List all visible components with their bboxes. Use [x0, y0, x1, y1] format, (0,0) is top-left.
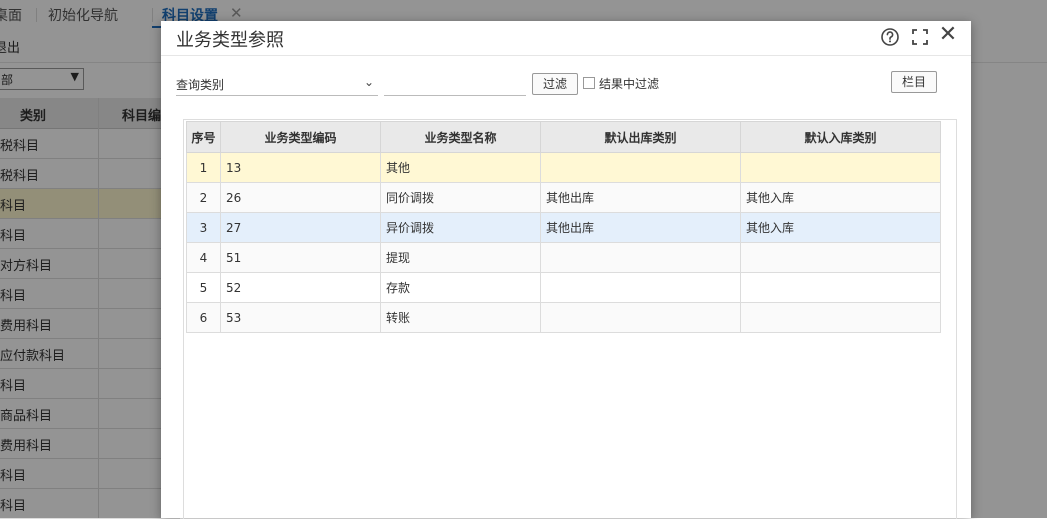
cell-default-outbound: [540, 302, 741, 333]
cell-seq: 2: [186, 182, 221, 213]
header-type-code[interactable]: 业务类型编码: [220, 121, 381, 153]
dialog-title: 业务类型参照: [176, 30, 284, 51]
business-type-grid: 序号 业务类型编码 业务类型名称 默认出库类别 默认入库类别 1 13 其他 2: [183, 119, 957, 519]
filter-button[interactable]: 过滤: [532, 73, 578, 95]
cell-type-code: 51: [220, 242, 381, 273]
table-row[interactable]: 6 53 转账: [186, 302, 941, 333]
table-row[interactable]: 1 13 其他: [186, 152, 941, 183]
cell-default-outbound: [540, 152, 741, 183]
cell-default-inbound: [740, 152, 941, 183]
dialog-header: 业务类型参照 ✕: [161, 21, 971, 56]
table-row[interactable]: 2 26 同价调拨 其他出库 其他入库: [186, 182, 941, 213]
cell-seq: 1: [186, 152, 221, 183]
cell-default-inbound: [740, 302, 941, 333]
table-row[interactable]: 4 51 提现: [186, 242, 941, 273]
query-category-value: 查询类别: [176, 78, 225, 92]
cell-type-name: 其他: [380, 152, 541, 183]
cell-default-inbound: 其他入库: [740, 212, 941, 243]
table-header-row: 序号 业务类型编码 业务类型名称 默认出库类别 默认入库类别: [186, 121, 941, 153]
close-icon[interactable]: ✕: [938, 24, 958, 46]
cell-default-outbound: 其他出库: [540, 182, 741, 213]
cell-default-inbound: [740, 272, 941, 303]
cell-type-name: 存款: [380, 272, 541, 303]
cell-seq: 5: [186, 272, 221, 303]
cell-type-name: 异价调拨: [380, 212, 541, 243]
cell-seq: 6: [186, 302, 221, 333]
cell-type-code: 13: [220, 152, 381, 183]
cell-type-name: 提现: [380, 242, 541, 273]
query-category-select[interactable]: 查询类别 ⌄: [176, 73, 378, 96]
cell-type-code: 53: [220, 302, 381, 333]
table-row[interactable]: 5 52 存款: [186, 272, 941, 303]
header-default-outbound[interactable]: 默认出库类别: [540, 121, 741, 153]
header-seq[interactable]: 序号: [186, 121, 221, 153]
filter-in-results-checkbox[interactable]: [583, 77, 595, 89]
cell-type-code: 52: [220, 272, 381, 303]
help-icon[interactable]: [880, 27, 900, 47]
header-default-inbound[interactable]: 默认入库类别: [740, 121, 941, 153]
cell-default-inbound: 其他入库: [740, 182, 941, 213]
business-type-reference-dialog: 业务类型参照 ✕ 查询类别 ⌄ 过滤 结果中过滤 栏目 序号 业务类型编码 业务…: [161, 21, 971, 519]
cell-type-code: 26: [220, 182, 381, 213]
columns-button[interactable]: 栏目: [891, 71, 937, 93]
cell-type-name: 转账: [380, 302, 541, 333]
business-type-table: 序号 业务类型编码 业务类型名称 默认出库类别 默认入库类别 1 13 其他 2: [186, 121, 941, 333]
cell-default-inbound: [740, 242, 941, 273]
cell-default-outbound: [540, 242, 741, 273]
chevron-down-icon: ⌄: [363, 75, 374, 89]
cell-type-name: 同价调拨: [380, 182, 541, 213]
cell-default-outbound: 其他出库: [540, 212, 741, 243]
fullscreen-icon[interactable]: [910, 27, 930, 47]
cell-default-outbound: [540, 272, 741, 303]
cell-seq: 4: [186, 242, 221, 273]
table-row[interactable]: 3 27 异价调拨 其他出库 其他入库: [186, 212, 941, 243]
header-type-name[interactable]: 业务类型名称: [380, 121, 541, 153]
filter-in-results-label: 结果中过滤: [599, 77, 660, 91]
cell-type-code: 27: [220, 212, 381, 243]
cell-seq: 3: [186, 212, 221, 243]
query-input[interactable]: [384, 73, 526, 96]
